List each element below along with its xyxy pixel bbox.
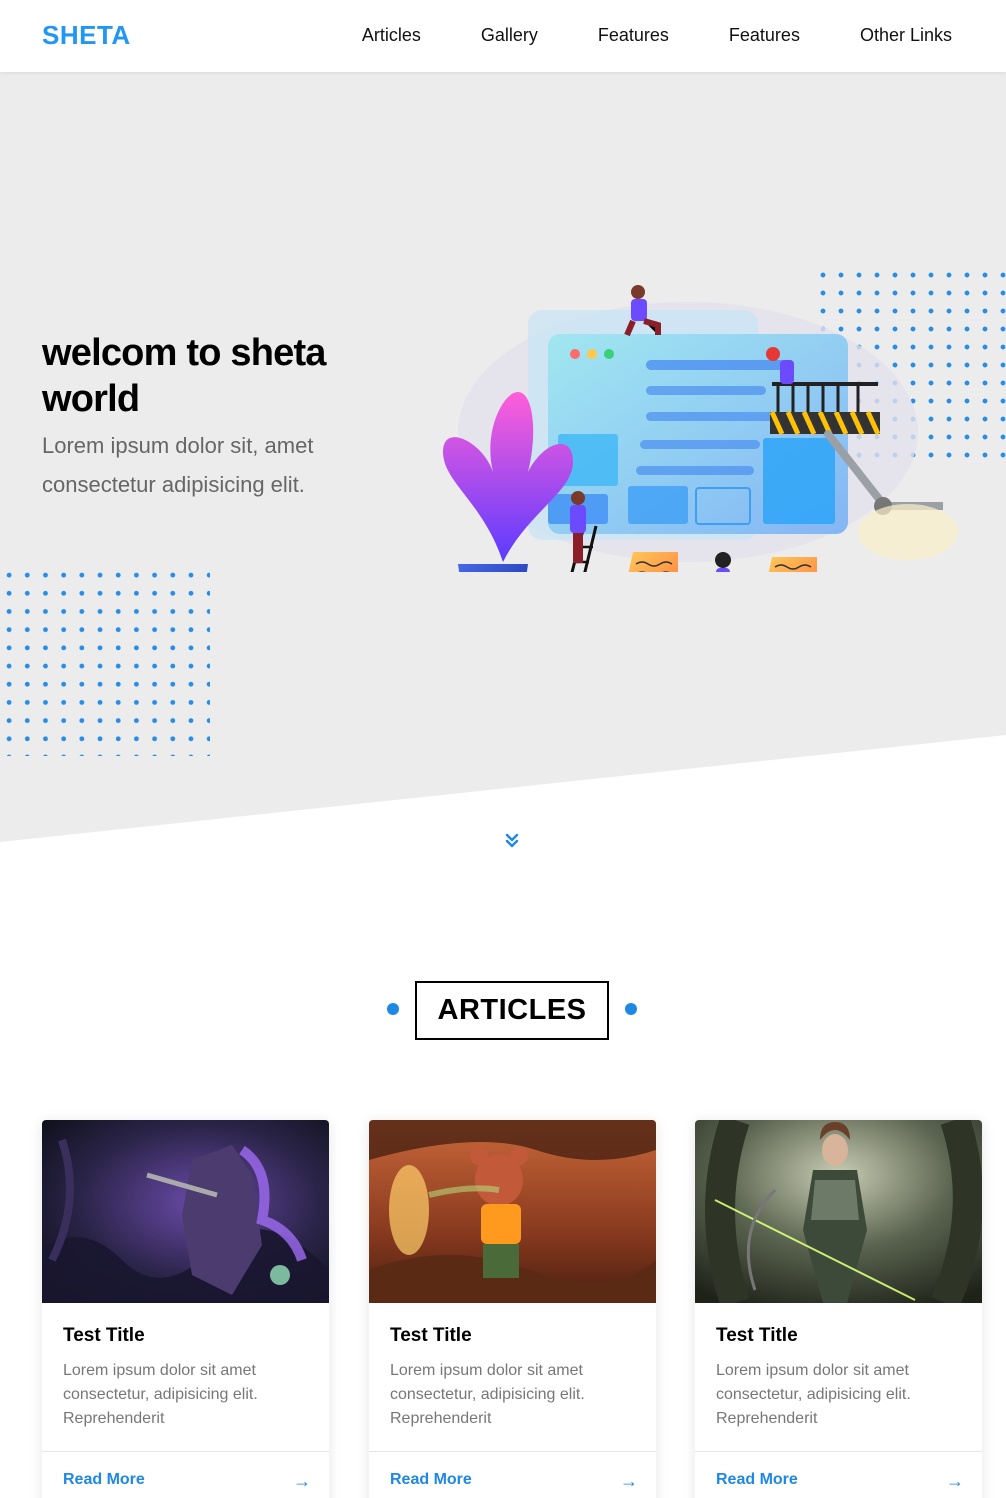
- hero-section: welcom to sheta world Lorem ipsum dolor …: [0, 72, 1006, 842]
- card-title: Test Title: [390, 1325, 472, 1346]
- card-footer: Read More →: [695, 1451, 982, 1498]
- read-more-link[interactable]: Read More: [716, 1471, 798, 1489]
- elf-archer-image: [695, 1120, 982, 1303]
- hero-title: welcom to sheta world: [42, 332, 326, 420]
- card-title: Test Title: [716, 1325, 798, 1346]
- card-footer: Read More →: [369, 1451, 656, 1498]
- logo[interactable]: SHETA: [42, 20, 131, 51]
- article-card: Test Title Lorem ipsum dolor sit amet co…: [369, 1120, 656, 1498]
- card-description: Lorem ipsum dolor sit amet consectetur, …: [63, 1362, 258, 1427]
- nav-item-articles[interactable]: Articles: [362, 25, 421, 46]
- arrow-right-icon[interactable]: →: [293, 1471, 311, 1492]
- hero-text: Lorem ipsum dolor sit, amet consectetur …: [42, 433, 314, 497]
- double-chevron-down-icon[interactable]: [503, 833, 521, 849]
- cartoon-bear-character-image: [369, 1120, 656, 1303]
- card-description: Lorem ipsum dolor sit amet consectetur, …: [390, 1362, 585, 1427]
- dot-pattern-left: [0, 566, 210, 756]
- card-description: Lorem ipsum dolor sit amet consectetur, …: [716, 1362, 911, 1427]
- section-dot-left: [387, 1003, 399, 1015]
- arrow-right-icon[interactable]: →: [620, 1471, 638, 1492]
- section-dot-right: [625, 1003, 637, 1015]
- main-nav: Articles Gallery Features Features Other…: [362, 25, 952, 46]
- hero-illustration: [443, 285, 958, 572]
- article-card: Test Title Lorem ipsum dolor sit amet co…: [695, 1120, 982, 1498]
- dark-fantasy-warrior-image: [42, 1120, 329, 1303]
- nav-item-gallery[interactable]: Gallery: [481, 25, 538, 46]
- article-card: Test Title Lorem ipsum dolor sit amet co…: [42, 1120, 329, 1498]
- articles-section-header: ARTICLES: [0, 981, 1006, 1041]
- read-more-link[interactable]: Read More: [390, 1471, 472, 1489]
- nav-item-other-links[interactable]: Other Links: [860, 25, 952, 46]
- nav-item-features-2[interactable]: Features: [729, 25, 800, 46]
- arrow-right-icon[interactable]: →: [946, 1471, 964, 1492]
- nav-item-features[interactable]: Features: [598, 25, 669, 46]
- section-title: ARTICLES: [415, 981, 609, 1040]
- card-footer: Read More →: [42, 1451, 329, 1498]
- card-title: Test Title: [63, 1325, 145, 1346]
- read-more-link[interactable]: Read More: [63, 1471, 145, 1489]
- site-header: SHETA Articles Gallery Features Features…: [0, 0, 1006, 72]
